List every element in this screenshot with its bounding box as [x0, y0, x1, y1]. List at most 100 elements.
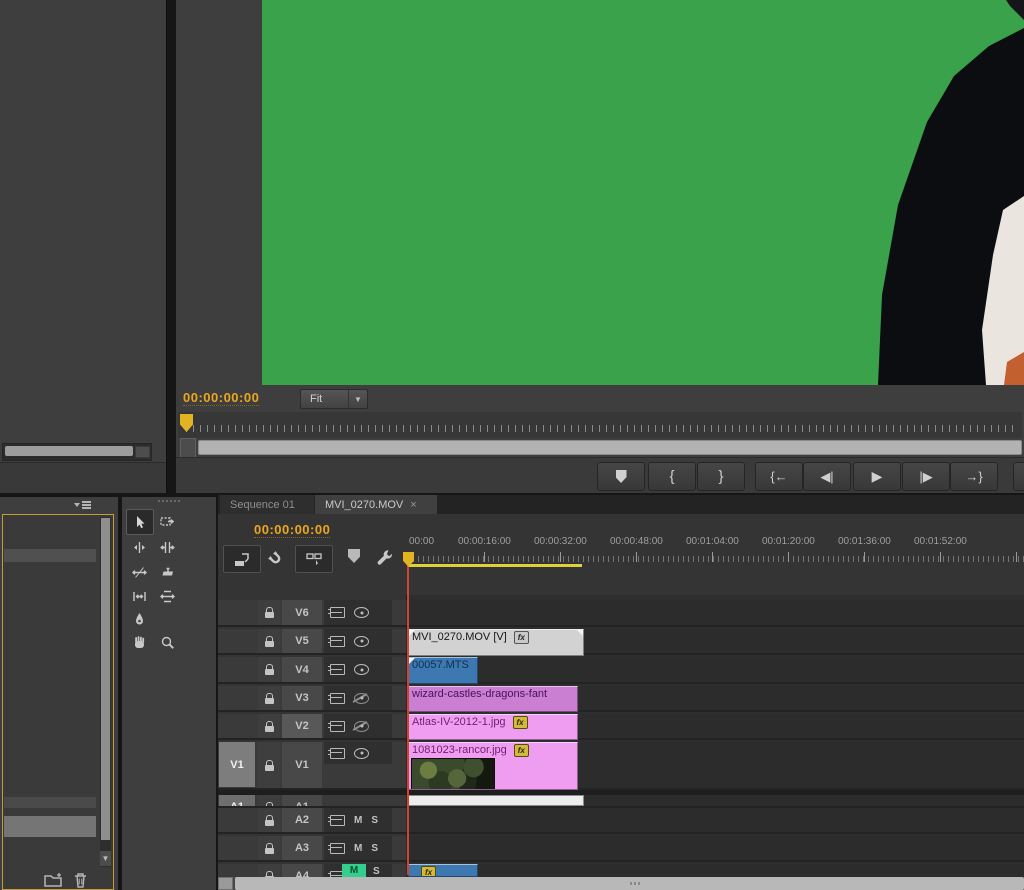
track-name[interactable]: V2	[282, 714, 322, 738]
panel-grip[interactable]	[158, 500, 182, 502]
track-name[interactable]: V5	[282, 629, 322, 653]
add-marker-icon[interactable]	[348, 549, 360, 563]
display-style-icon[interactable]	[330, 607, 345, 618]
lock-icon[interactable]	[265, 721, 274, 732]
display-style-icon[interactable]	[330, 721, 345, 732]
track-name[interactable]: A2	[282, 808, 322, 832]
clip-rancor-jpg[interactable]: 1081023-rancor.jpg fx	[408, 742, 578, 790]
playhead-line[interactable]	[407, 553, 409, 875]
solo-button[interactable]: S	[373, 866, 380, 877]
display-style-icon[interactable]	[330, 636, 345, 647]
work-area-bar[interactable]	[408, 564, 582, 567]
display-style-icon[interactable]	[330, 664, 345, 675]
source-horizontal-scrollbar[interactable]	[2, 443, 152, 461]
rolling-edit-tool[interactable]	[154, 535, 180, 559]
mute-button-active[interactable]: M	[342, 864, 366, 877]
lock-icon[interactable]	[265, 815, 274, 826]
timeline-settings-wrench-icon[interactable]	[373, 546, 395, 568]
mark-in-button[interactable]: {	[648, 462, 696, 491]
new-bin-icon[interactable]	[44, 872, 64, 890]
list-item-selected[interactable]	[4, 816, 96, 837]
source-patch-v1[interactable]: V1	[219, 742, 255, 787]
lock-icon[interactable]	[265, 760, 274, 771]
slip-tool[interactable]	[126, 584, 152, 608]
track-name[interactable]: A3	[282, 836, 322, 860]
track-output-eye-off-icon[interactable]	[354, 721, 369, 732]
clip-00057-mts[interactable]: 00057.MTS	[408, 657, 478, 684]
lock-icon[interactable]	[265, 664, 274, 675]
clip-atlas-jpg[interactable]: Atlas-IV-2012-1.jpg fx	[408, 714, 578, 740]
track-name[interactable]: V1	[282, 742, 322, 788]
pen-tool[interactable]	[126, 607, 152, 631]
clip-wizard-castles[interactable]: wizard-castles-dragons-fant	[408, 686, 578, 712]
nest-toggle-button[interactable]	[223, 545, 261, 573]
scrollbar-button[interactable]	[135, 446, 150, 458]
track-select-tool[interactable]	[154, 509, 180, 533]
zoom-level-dropdown[interactable]: Fit ▼	[300, 389, 368, 409]
hand-tool[interactable]	[126, 630, 152, 654]
extra-transport-button[interactable]	[1013, 462, 1024, 491]
razor-tool[interactable]	[154, 560, 180, 584]
program-mini-ruler[interactable]	[178, 412, 1022, 438]
play-button[interactable]: ▶	[853, 462, 901, 491]
lock-icon[interactable]	[265, 693, 274, 704]
track-output-eye-icon[interactable]	[354, 664, 369, 675]
clip-audio-a1[interactable]	[408, 795, 584, 806]
go-to-out-button[interactable]: →}	[950, 462, 998, 491]
add-marker-button[interactable]	[597, 462, 645, 491]
track-output-eye-icon[interactable]	[354, 607, 369, 618]
track-output-eye-icon[interactable]	[354, 636, 369, 647]
track-output-eye-off-icon[interactable]	[354, 693, 369, 704]
lock-icon[interactable]	[265, 607, 274, 618]
timeline-timecode[interactable]: 00:00:00:00	[254, 522, 330, 538]
go-to-in-button[interactable]: {←	[755, 462, 803, 491]
solo-button[interactable]: S	[371, 815, 378, 826]
tab-sequence-01[interactable]: Sequence 01	[220, 495, 314, 514]
project-vertical-scrollbar[interactable]	[100, 517, 111, 867]
zoom-tool[interactable]	[154, 630, 180, 654]
scrollbar-thumb[interactable]	[235, 877, 1024, 890]
scrollbar-thumb[interactable]	[101, 518, 110, 840]
track-name[interactable]: V4	[282, 657, 322, 682]
slide-tool[interactable]	[154, 584, 180, 608]
track-output-eye-icon[interactable]	[354, 748, 369, 759]
mute-button[interactable]: M	[354, 815, 362, 826]
solo-button[interactable]: S	[371, 843, 378, 854]
display-style-icon[interactable]	[330, 748, 345, 759]
display-style-icon[interactable]	[330, 693, 345, 704]
linked-selection-button[interactable]	[295, 545, 333, 573]
timeline-horizontal-scrollbar[interactable]	[218, 877, 1024, 890]
scrollbar-thumb[interactable]	[5, 446, 133, 456]
rate-stretch-tool[interactable]	[126, 560, 152, 584]
lock-icon[interactable]	[265, 843, 274, 854]
mute-button[interactable]: M	[354, 843, 362, 854]
zoom-scrollbar-handle[interactable]	[180, 438, 196, 458]
close-icon[interactable]: ×	[410, 499, 416, 511]
track-name[interactable]: A4	[282, 864, 322, 877]
trash-icon[interactable]	[74, 872, 87, 890]
track-name[interactable]: V6	[282, 600, 322, 625]
tab-mvi-0270[interactable]: MVI_0270.MOV ×	[315, 495, 437, 514]
zoom-scrollbar[interactable]	[198, 440, 1022, 455]
snap-icon[interactable]	[263, 547, 289, 571]
clip-mvi-0270[interactable]: MVI_0270.MOV [V] fx	[408, 629, 584, 656]
track-name[interactable]: V3	[282, 686, 322, 710]
scrollbar-left-handle[interactable]	[218, 877, 233, 890]
display-style-icon[interactable]	[330, 815, 345, 826]
source-patch-a1[interactable]: A1	[219, 795, 255, 808]
selection-tool[interactable]	[126, 509, 154, 535]
track-name[interactable]: A1	[282, 795, 322, 808]
clip-audio-a4[interactable]: fx	[408, 864, 478, 877]
display-style-icon[interactable]	[330, 843, 345, 854]
lock-icon[interactable]	[265, 636, 274, 647]
panel-menu-icon[interactable]	[74, 500, 92, 510]
mark-out-button[interactable]: }	[697, 462, 745, 491]
project-list-area[interactable]: ▼	[2, 514, 114, 890]
step-back-button[interactable]: ◀|	[803, 462, 851, 491]
ripple-edit-tool[interactable]	[126, 535, 152, 559]
list-item[interactable]	[4, 549, 96, 562]
scroll-down-button[interactable]: ▼	[100, 851, 111, 866]
program-timecode[interactable]: 00:00:00:00	[183, 390, 259, 406]
step-forward-button[interactable]: |▶	[902, 462, 950, 491]
list-item[interactable]	[4, 797, 96, 808]
